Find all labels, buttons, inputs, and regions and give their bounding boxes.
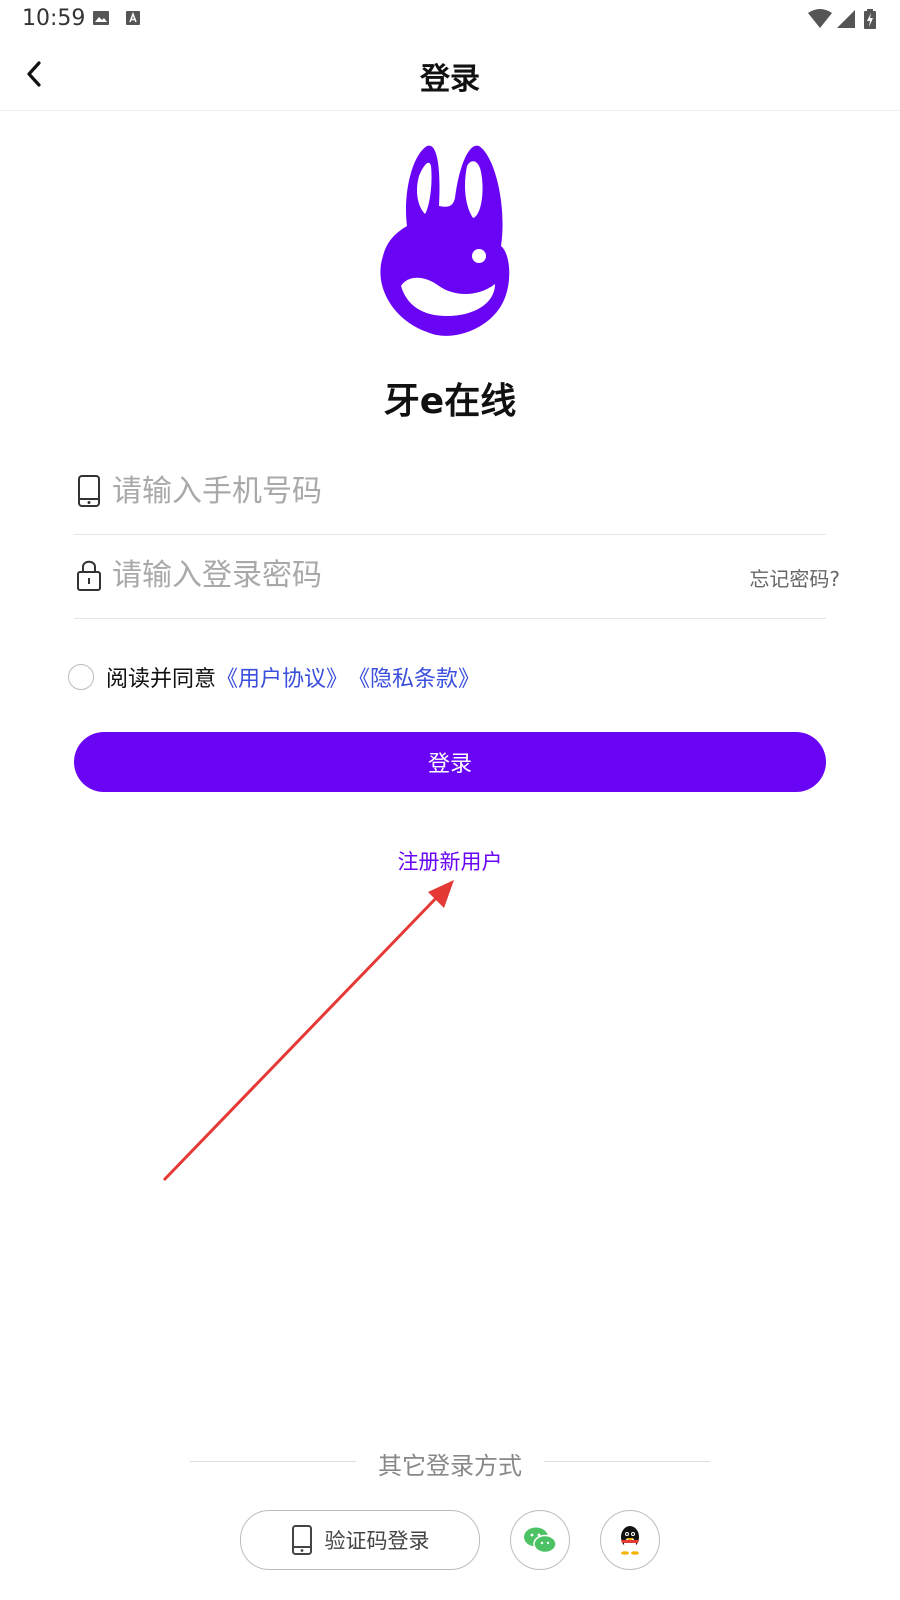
agreement-prefix: 阅读并同意 (106, 667, 217, 692)
qq-icon (621, 1526, 639, 1555)
page-title: 登录 (420, 62, 480, 97)
agreement-row: 阅读并同意 《用户协议》 《隐私条款》 (68, 660, 480, 694)
privacy-policy-link[interactable]: 《隐私条款》 (348, 661, 480, 693)
wifi-icon (808, 9, 832, 28)
sms-login-label: 验证码登录 (324, 1529, 430, 1553)
user-agreement-link[interactable]: 《用户协议》 (216, 661, 348, 693)
login-button[interactable]: 登录 (74, 732, 826, 792)
phone-icon (291, 1525, 312, 1555)
wechat-login-button[interactable] (510, 1510, 570, 1570)
password-field: 忘记密码? (74, 536, 840, 619)
status-time: 10:59 (22, 6, 86, 31)
phone-field (74, 452, 826, 535)
image-notification-icon (93, 11, 109, 25)
agreement-checkbox[interactable] (68, 664, 94, 690)
battery-icon (864, 9, 876, 29)
forgot-password-link[interactable]: 忘记密码? (749, 563, 840, 592)
wechat-icon (524, 1527, 557, 1554)
phone-icon (78, 475, 100, 507)
app-logo (380, 145, 510, 336)
register-row: 注册新用户 (0, 846, 900, 876)
other-login-divider: 其它登录方式 (190, 1444, 710, 1480)
lock-icon (77, 560, 101, 591)
qq-login-button[interactable] (600, 1510, 660, 1570)
cellular-signal-icon (837, 10, 855, 28)
nav-bar: 登录 (0, 40, 900, 111)
register-link[interactable]: 注册新用户 (398, 850, 503, 874)
app-name: 牙e在线 (383, 381, 517, 422)
sms-login-button[interactable]: 验证码登录 (240, 1510, 480, 1570)
phone-input[interactable] (112, 466, 672, 516)
divider-right (544, 1461, 710, 1462)
other-login-title: 其它登录方式 (378, 1452, 522, 1480)
text-notification-icon (126, 11, 140, 25)
password-input[interactable] (112, 550, 672, 600)
status-bar: 10:59 (0, 0, 900, 40)
